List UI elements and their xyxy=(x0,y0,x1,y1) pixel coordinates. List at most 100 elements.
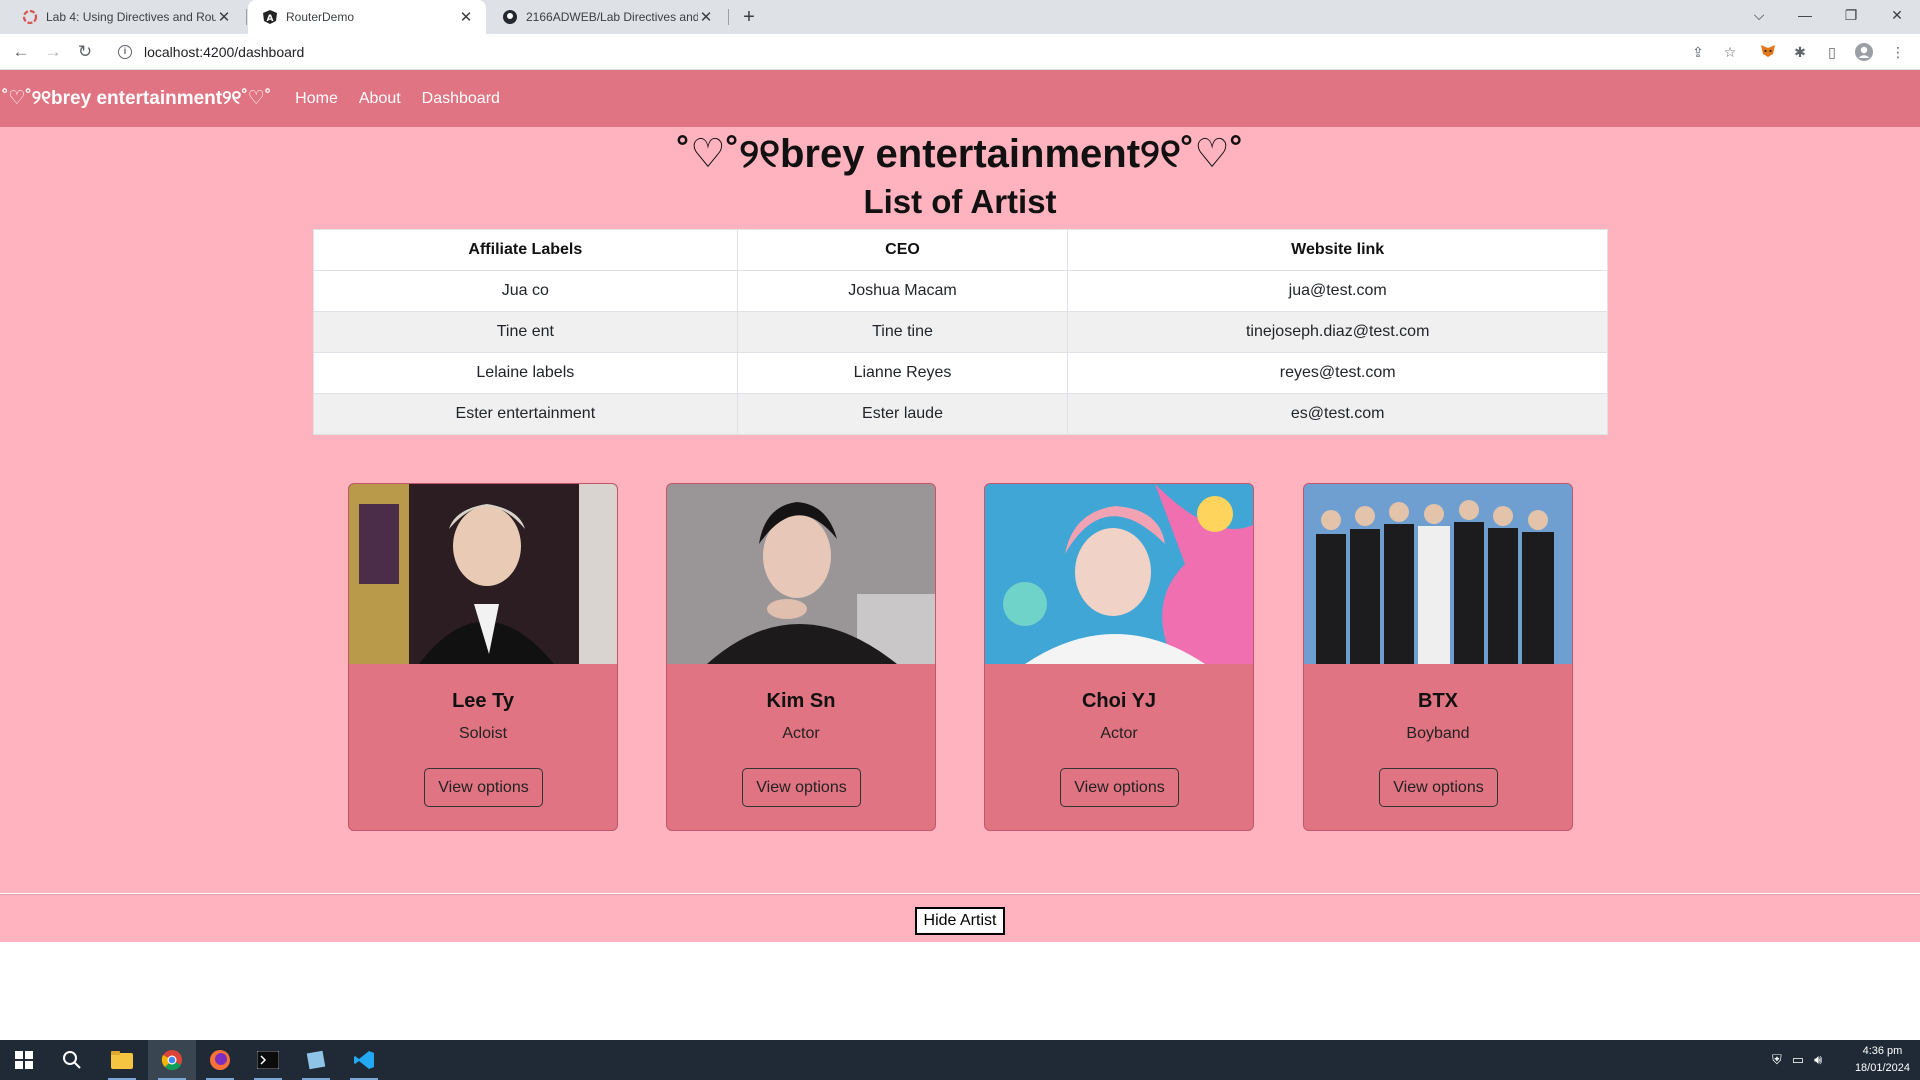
side-panel-icon[interactable]: ▯ xyxy=(1822,42,1842,62)
artist-name: Choi YJ xyxy=(1081,690,1157,712)
table-cell: Tine ent xyxy=(313,311,738,353)
close-tab-icon[interactable]: ✕ xyxy=(458,8,474,26)
table-cell: Tine tine xyxy=(736,311,1069,353)
extensions-puzzle-icon[interactable]: ✱ xyxy=(1790,42,1810,62)
tab-search-chevron-icon[interactable]: ⌵ xyxy=(1736,0,1782,34)
table-cell: Ester laude xyxy=(736,393,1069,435)
firefox-icon[interactable] xyxy=(196,1040,244,1080)
tab-favicon-icon xyxy=(22,9,38,25)
taskbar-clock[interactable]: 4:36 pm 18/01/2024 xyxy=(1855,1043,1910,1077)
artist-role: Soloist xyxy=(458,725,508,742)
search-icon[interactable] xyxy=(48,1040,96,1080)
view-options-button[interactable]: View options xyxy=(742,768,861,807)
artist-card: Kim Sn Actor View options xyxy=(666,483,936,831)
chrome-icon[interactable] xyxy=(148,1040,196,1080)
table-cell: Ester entertainment xyxy=(313,393,738,435)
artist-name: Lee Ty xyxy=(452,690,514,712)
browser-tab-bar: Lab 4: Using Directives and Routi ✕ A Ro… xyxy=(0,0,1920,34)
network-icon[interactable]: ▭ xyxy=(1792,1052,1804,1068)
browser-toolbar: ← → ↻ i localhost:4200/dashboard ⇪ ☆ ✱ ▯… xyxy=(0,34,1920,70)
artist-card: BTX Boyband View options xyxy=(1303,483,1573,831)
column-header: Affiliate Labels xyxy=(313,229,738,271)
notepad-icon[interactable] xyxy=(292,1040,340,1080)
bookmark-star-icon[interactable]: ☆ xyxy=(1720,42,1740,62)
clock-date: 18/01/2024 xyxy=(1854,1062,1910,1074)
browser-menu-icon[interactable]: ⋮ xyxy=(1888,42,1908,62)
table-cell: reyes@test.com xyxy=(1067,352,1608,394)
artist-role: Actor xyxy=(1100,725,1138,742)
tab-divider xyxy=(728,9,729,25)
file-explorer-icon[interactable] xyxy=(98,1040,146,1080)
site-info-icon[interactable]: i xyxy=(118,45,132,59)
table-row: Ester entertainment Ester laude es@test.… xyxy=(313,393,1608,435)
artist-role: Boyband xyxy=(1406,725,1470,742)
dashboard-content: ˚♡˚୨୧brey entertainment୨୧˚♡˚ List of Art… xyxy=(0,127,1920,893)
view-options-button[interactable]: View options xyxy=(1379,768,1498,807)
tab-divider xyxy=(246,9,247,25)
hide-artist-button[interactable]: Hide Artist xyxy=(915,907,1005,935)
artist-photo xyxy=(985,484,1253,664)
table-cell: tinejoseph.diaz@test.com xyxy=(1067,311,1608,353)
tab-title: 2166ADWEB/Lab Directives and xyxy=(526,10,698,24)
table-cell: es@test.com xyxy=(1067,393,1608,435)
minimize-icon[interactable]: — xyxy=(1782,0,1828,34)
artist-photo xyxy=(349,484,617,664)
windows-taskbar: ⛨ ▭ 🔊︎ 4:36 pm 18/01/2024 xyxy=(0,1040,1920,1080)
artist-cards: Lee Ty Soloist View options Kim Sn Actor… xyxy=(348,483,1574,831)
view-options-button[interactable]: View options xyxy=(1060,768,1179,807)
vscode-icon[interactable] xyxy=(340,1040,388,1080)
table-row: Jua co Joshua Macam jua@test.com xyxy=(313,270,1608,312)
page-subtitle: List of Artist xyxy=(863,183,1057,220)
app-navbar: ˚♡˚୨୧brey entertainment୨୧˚♡˚ Home About … xyxy=(0,70,1920,127)
github-favicon-icon xyxy=(502,9,518,25)
artist-name: Kim Sn xyxy=(766,690,836,712)
terminal-icon[interactable] xyxy=(244,1040,292,1080)
artist-card: Choi YJ Actor View options xyxy=(984,483,1254,831)
nav-link-home[interactable]: Home xyxy=(295,90,338,108)
view-options-button[interactable]: View options xyxy=(424,768,543,807)
table-header-row: Affiliate Labels CEO Website link xyxy=(313,229,1608,271)
volume-icon[interactable]: 🔊︎ xyxy=(1814,1052,1822,1068)
nav-link-dashboard[interactable]: Dashboard xyxy=(422,90,500,108)
browser-tab[interactable]: 2166ADWEB/Lab Directives and ✕ xyxy=(488,0,726,34)
forward-arrow-icon[interactable]: → xyxy=(41,40,65,64)
close-window-icon[interactable]: ✕ xyxy=(1874,0,1920,34)
footer: Hide Artist xyxy=(0,895,1920,942)
browser-tab-active[interactable]: A RouterDemo ✕ xyxy=(248,0,486,34)
tab-title: RouterDemo xyxy=(286,10,355,24)
table-cell: Lianne Reyes xyxy=(736,352,1069,394)
close-tab-icon[interactable]: ✕ xyxy=(216,8,232,26)
artist-photo xyxy=(667,484,935,664)
column-header: CEO xyxy=(736,229,1069,271)
clock-time: 4:36 pm xyxy=(1862,1045,1903,1057)
table-cell: Jua co xyxy=(313,270,738,312)
table-cell: Lelaine labels xyxy=(313,352,738,394)
address-bar[interactable]: i localhost:4200/dashboard xyxy=(110,39,1700,65)
nav-link-about[interactable]: About xyxy=(359,90,401,108)
back-arrow-icon[interactable]: ← xyxy=(9,40,33,64)
windows-start-icon[interactable] xyxy=(0,1040,48,1080)
system-tray: ⛨ ▭ 🔊︎ xyxy=(1772,1040,1832,1080)
table-row: Tine ent Tine tine tinejoseph.diaz@test.… xyxy=(313,311,1608,353)
new-tab-plus-icon[interactable]: + xyxy=(736,4,762,30)
table-cell: Joshua Macam xyxy=(736,270,1069,312)
table-row: Lelaine labels Lianne Reyes reyes@test.c… xyxy=(313,352,1608,394)
web-page: ˚♡˚୨୧brey entertainment୨୧˚♡˚ Home About … xyxy=(0,70,1920,942)
profile-avatar-icon[interactable] xyxy=(1854,42,1874,62)
artist-role: Actor xyxy=(782,725,820,742)
browser-tab[interactable]: Lab 4: Using Directives and Routi ✕ xyxy=(8,0,244,34)
share-icon[interactable]: ⇪ xyxy=(1688,42,1708,62)
network-shield-icon[interactable]: ⛨ xyxy=(1772,1052,1782,1068)
reload-icon[interactable]: ↻ xyxy=(73,40,97,64)
artist-photo xyxy=(1304,484,1572,664)
metamask-extension-icon[interactable] xyxy=(1758,42,1778,62)
affiliates-table: Affiliate Labels CEO Website link Jua co… xyxy=(313,229,1608,435)
restore-icon[interactable]: ❐ xyxy=(1828,0,1874,34)
artist-card: Lee Ty Soloist View options xyxy=(348,483,618,831)
column-header: Website link xyxy=(1067,229,1608,271)
table-cell: jua@test.com xyxy=(1067,270,1608,312)
artist-name: BTX xyxy=(1418,690,1458,712)
angular-favicon-icon: A xyxy=(262,9,278,25)
close-tab-icon[interactable]: ✕ xyxy=(698,8,714,26)
navbar-brand[interactable]: ˚♡˚୨୧brey entertainment୨୧˚♡˚ xyxy=(2,87,271,110)
